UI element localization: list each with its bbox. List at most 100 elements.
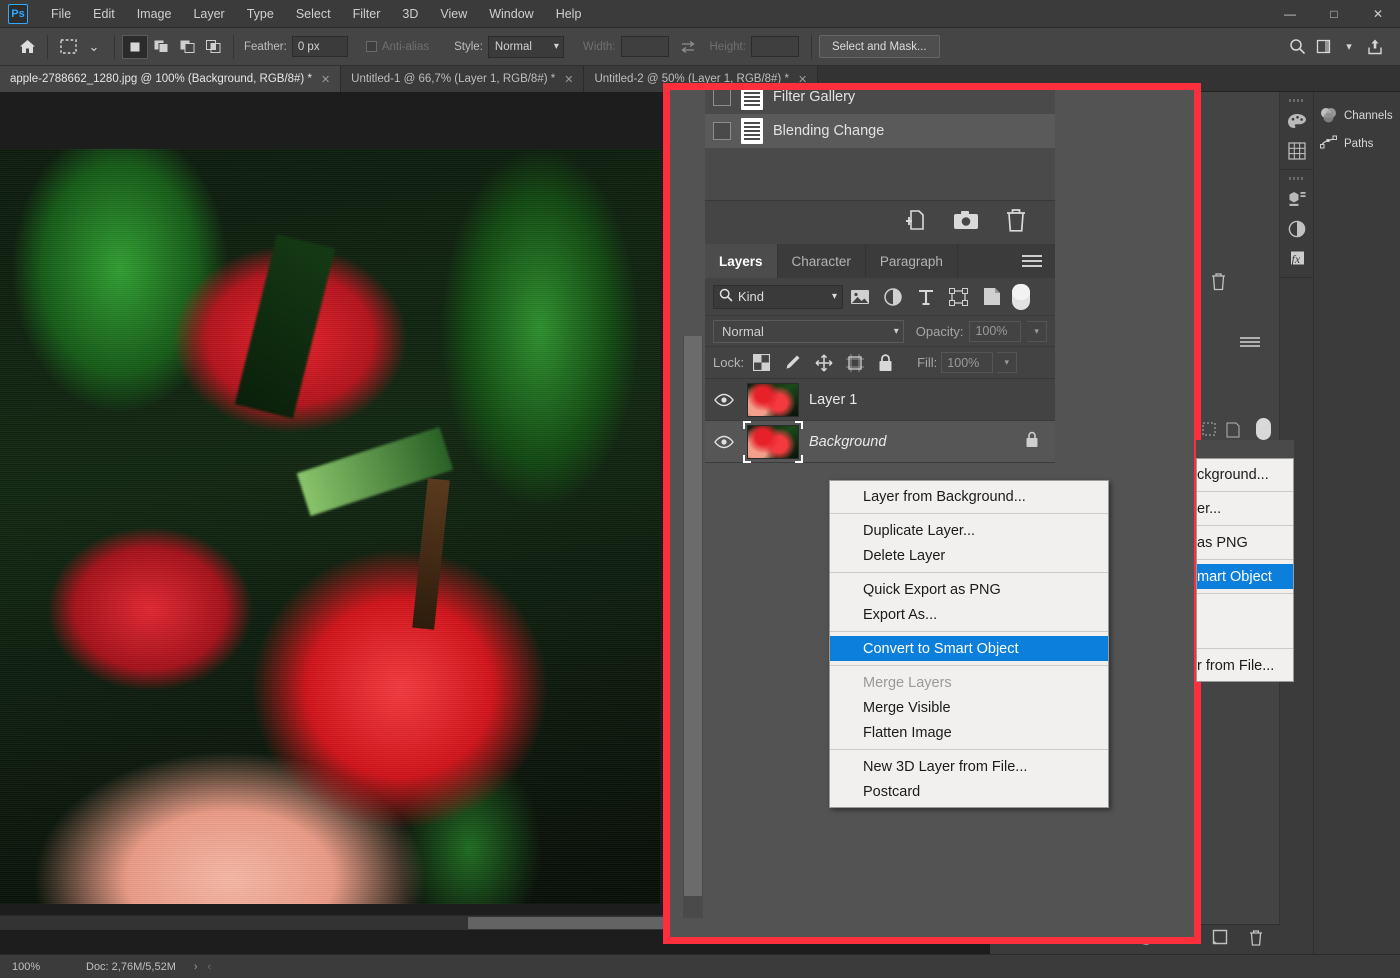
scrollbar-thumb[interactable] — [684, 336, 702, 896]
chevron-down-icon[interactable]: ▾ — [997, 352, 1017, 373]
panel-tab-paths[interactable]: Paths — [1314, 130, 1400, 158]
ctx-new-3d-layer-from-file[interactable]: New 3D Layer from File... — [830, 754, 1108, 779]
intersect-with-selection-button[interactable] — [200, 35, 226, 59]
lock-transparent-pixels-icon[interactable] — [748, 351, 775, 375]
panel-menu-icon[interactable] — [1240, 337, 1260, 349]
chevron-down-icon[interactable]: ▾ — [1027, 321, 1047, 342]
subtract-from-selection-button[interactable] — [174, 35, 200, 59]
status-collapse-arrow-icon[interactable]: ‹ — [208, 961, 212, 973]
3d-panel-icon[interactable] — [1280, 184, 1314, 214]
rectangular-marquee-icon[interactable] — [55, 35, 81, 59]
filter-adjustment-icon[interactable] — [876, 282, 909, 312]
panel-drag-grip-2[interactable] — [1289, 174, 1304, 182]
layer-visibility-icon[interactable] — [711, 393, 737, 407]
ctx-export-as[interactable]: Export As... — [830, 602, 1108, 627]
layer-name[interactable]: Layer 1 — [809, 392, 857, 408]
ctx-postcard[interactable]: Postcard — [830, 779, 1108, 804]
layer-styles-fx-icon[interactable]: fx — [1280, 244, 1314, 274]
menu-item-3d[interactable]: 3D — [391, 2, 429, 26]
menu-item-window[interactable]: Window — [478, 2, 544, 26]
blend-mode-select[interactable]: Normal ▾ — [713, 320, 904, 343]
add-to-selection-button[interactable] — [148, 35, 174, 59]
filter-type-icons[interactable] — [1202, 422, 1250, 438]
tab-paragraph[interactable]: Paragraph — [866, 244, 958, 278]
opacity-input[interactable]: 100% — [969, 321, 1021, 342]
menu-item-filter[interactable]: Filter — [342, 2, 392, 26]
ghost-item-duplicate-layer[interactable]: er... — [1197, 496, 1293, 521]
panel-menu-icon[interactable] — [1009, 244, 1055, 278]
lock-all-icon[interactable] — [872, 351, 899, 375]
panel-tab-channels[interactable]: Channels — [1314, 102, 1400, 130]
width-input[interactable] — [621, 36, 669, 57]
menu-item-help[interactable]: Help — [545, 2, 593, 26]
delete-layer-icon[interactable] — [1248, 929, 1264, 951]
ctx-merge-visible[interactable]: Merge Visible — [830, 695, 1108, 720]
create-snapshot-icon[interactable] — [953, 210, 979, 235]
layer-visibility-icon[interactable] — [711, 435, 737, 449]
new-selection-button[interactable] — [122, 35, 148, 59]
menu-item-select[interactable]: Select — [285, 2, 342, 26]
color-swatches-icon[interactable] — [1280, 106, 1314, 136]
ghost-item-layer-from-background[interactable]: ckground... — [1197, 462, 1293, 487]
lock-artboard-icon[interactable] — [841, 351, 868, 375]
filter-kind-select[interactable]: Kind ▾ — [713, 285, 843, 309]
zoom-level[interactable]: 100% — [0, 961, 80, 973]
share-icon[interactable] — [1362, 35, 1388, 59]
filter-toggle-switch[interactable] — [1012, 284, 1030, 310]
menu-item-type[interactable]: Type — [236, 2, 285, 26]
layer-thumbnail[interactable] — [747, 425, 799, 459]
height-input[interactable] — [751, 36, 799, 57]
close-icon[interactable]: ✕ — [321, 73, 330, 86]
home-icon[interactable] — [14, 35, 40, 59]
filter-pixel-icon[interactable] — [843, 282, 876, 312]
filter-smart-object-icon[interactable] — [975, 282, 1008, 312]
ctx-quick-export-as-png[interactable]: Quick Export as PNG — [830, 577, 1108, 602]
ctx-layer-from-background[interactable]: Layer from Background... — [830, 484, 1108, 509]
select-and-mask-button[interactable]: Select and Mask... — [819, 35, 940, 58]
close-icon[interactable]: ✕ — [564, 73, 573, 86]
fill-input[interactable]: 100% — [941, 352, 993, 373]
history-state-checkbox[interactable] — [713, 122, 731, 140]
tool-preset-caret-icon[interactable]: ⌄ — [81, 35, 107, 59]
maximize-button[interactable]: □ — [1312, 0, 1356, 28]
feather-input[interactable]: 0 px — [292, 36, 348, 57]
document-tab-apple[interactable]: apple-2788662_1280.jpg @ 100% (Backgroun… — [0, 66, 341, 92]
menu-item-view[interactable]: View — [429, 2, 478, 26]
menu-item-edit[interactable]: Edit — [82, 2, 126, 26]
filter-type-icon[interactable] — [909, 282, 942, 312]
delete-state-icon[interactable] — [1210, 272, 1227, 296]
swatches-grid-icon[interactable] — [1280, 136, 1314, 166]
tab-character[interactable]: Character — [778, 244, 866, 278]
layer-thumbnail[interactable] — [747, 383, 799, 417]
layer-name[interactable]: Background — [809, 434, 886, 450]
ghost-item-convert-to-smart-object[interactable]: mart Object — [1197, 564, 1293, 589]
ghost-item-quick-export[interactable]: as PNG — [1197, 530, 1293, 555]
chevron-down-icon[interactable]: ▾ — [1336, 35, 1362, 59]
delete-state-icon[interactable] — [1005, 208, 1027, 237]
panel-drag-grip[interactable] — [1289, 96, 1304, 104]
style-select[interactable]: Normal ▾ — [488, 36, 564, 58]
ctx-convert-to-smart-object[interactable]: Convert to Smart Object — [830, 636, 1108, 661]
minimize-button[interactable]: — — [1268, 0, 1312, 28]
ghost-item-new-3d-layer[interactable]: r from File... — [1197, 653, 1293, 678]
lock-image-pixels-icon[interactable] — [779, 351, 806, 375]
lock-position-icon[interactable] — [810, 351, 837, 375]
ctx-flatten-image[interactable]: Flatten Image — [830, 720, 1108, 745]
menu-item-layer[interactable]: Layer — [182, 2, 235, 26]
anti-alias-checkbox[interactable] — [366, 41, 377, 52]
workspace-icon[interactable] — [1310, 35, 1336, 59]
document-tab-untitled-1[interactable]: Untitled-1 @ 66,7% (Layer 1, RGB/8#) * ✕ — [341, 66, 584, 92]
history-state-filter-gallery[interactable]: Filter Gallery — [705, 83, 1055, 114]
ctx-duplicate-layer[interactable]: Duplicate Layer... — [830, 518, 1108, 543]
new-layer-icon[interactable] — [1212, 929, 1228, 950]
search-icon[interactable] — [1284, 35, 1310, 59]
panel-vertical-scrollbar[interactable] — [683, 336, 703, 918]
status-expand-arrow-icon[interactable]: › — [194, 961, 198, 973]
filter-shape-icon[interactable] — [942, 282, 975, 312]
history-state-checkbox[interactable] — [713, 88, 731, 106]
ctx-delete-layer[interactable]: Delete Layer — [830, 543, 1108, 568]
filter-toggle-switch[interactable] — [1256, 418, 1271, 440]
menu-item-image[interactable]: Image — [126, 2, 183, 26]
history-state-blending-change[interactable]: Blending Change — [705, 114, 1055, 148]
tab-layers[interactable]: Layers — [705, 244, 778, 278]
